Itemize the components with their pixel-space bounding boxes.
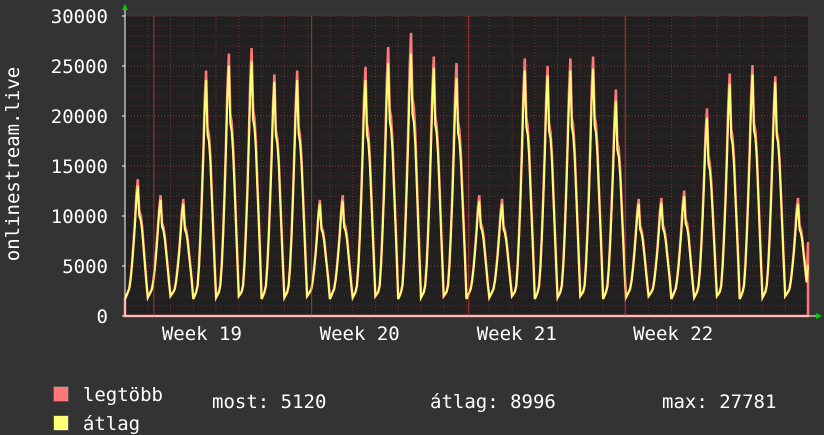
- y-tick-label: 20000: [51, 106, 108, 128]
- y-tick-label: 5000: [62, 256, 108, 278]
- y-tick-label: 10000: [51, 206, 108, 228]
- x-tick-label: Week 22: [633, 323, 713, 345]
- y-axis-arrow: [122, 4, 128, 10]
- x-tick-label: Week 20: [320, 323, 400, 345]
- stat-average: átlag: 8996: [430, 391, 556, 413]
- x-tick-label: Week 21: [477, 323, 557, 345]
- y-tick-label: 15000: [51, 156, 108, 178]
- y-axis-title: onlinestream.live: [2, 67, 24, 261]
- stat-current: most: 5120: [212, 391, 327, 413]
- y-tick-label: 30000: [51, 6, 108, 28]
- y-tick-label: 0: [97, 306, 108, 328]
- legend-swatch-atlag: [52, 415, 69, 431]
- x-tick-label: Week 19: [162, 323, 242, 345]
- legend-item-atlag: átlag: [30, 391, 140, 435]
- legend-label-atlag: átlag: [82, 413, 141, 435]
- stat-max: max: 27781: [662, 391, 777, 413]
- x-axis-arrow: [816, 313, 822, 319]
- traffic-chart: 0 5000 10000 15000 20000 25000 30000 Week 19 Wee…: [2, 4, 822, 345]
- y-tick-label: 25000: [51, 56, 108, 78]
